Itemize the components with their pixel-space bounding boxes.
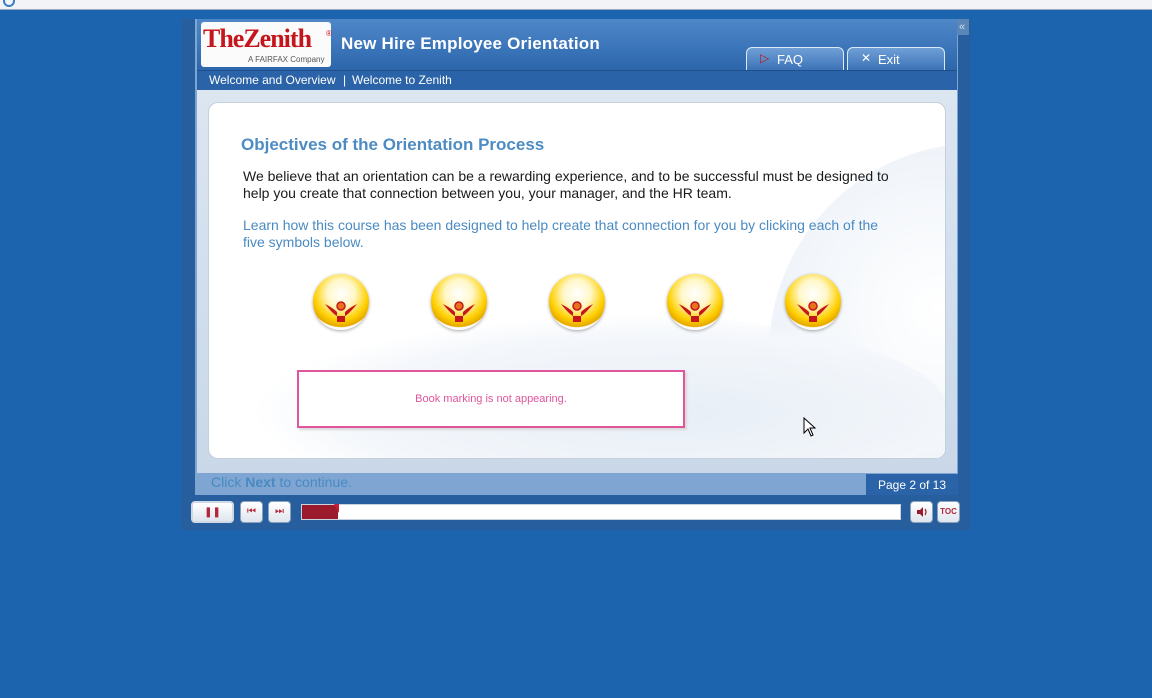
intro-paragraph: We believe that an orientation can be a … — [243, 168, 889, 201]
browser-top-strip — [0, 0, 1152, 10]
course-title: New Hire Employee Orientation — [341, 34, 600, 53]
mouse-cursor-icon — [803, 416, 817, 442]
symbol-button-2[interactable] — [431, 274, 487, 330]
progress-bar[interactable] — [301, 504, 901, 520]
zenith-figure-icon — [679, 301, 711, 322]
pause-button[interactable]: ❚❚ — [191, 501, 234, 523]
progress-handle[interactable] — [334, 504, 339, 513]
breadcrumb-section: Welcome and Overview — [209, 73, 336, 87]
zenith-figure-icon — [443, 301, 475, 322]
breadcrumb-page: Welcome to Zenith — [352, 73, 452, 87]
next-button[interactable]: ⏭ — [268, 501, 291, 523]
zenith-figure-icon — [325, 301, 357, 322]
audio-button[interactable] — [910, 501, 933, 523]
continue-hint: Click Next to continue. — [211, 474, 352, 490]
collapse-icon[interactable]: « — [955, 19, 969, 35]
symbol-button-4[interactable] — [667, 274, 723, 330]
logo-wordmark: TheZenith — [203, 24, 312, 53]
exit-button[interactable]: ✕ Exit — [847, 47, 945, 70]
logo-subtitle: A FAIRFAX Company — [248, 55, 325, 64]
faq-label: FAQ — [777, 52, 804, 67]
continue-next-word: Next — [245, 474, 276, 490]
previous-button[interactable]: ⏮ — [240, 501, 263, 523]
previous-icon: ⏮ — [247, 506, 256, 517]
zenith-figure-icon — [561, 301, 593, 322]
zenith-figure-icon — [797, 301, 829, 322]
exit-label: Exit — [878, 52, 900, 67]
symbol-button-5[interactable] — [785, 274, 841, 330]
browser-logo-icon — [3, 0, 15, 7]
breadcrumb: Welcome and Overview | Welcome to Zenith — [197, 71, 957, 90]
symbol-button-3[interactable] — [549, 274, 605, 330]
bookmark-note: Book marking is not appearing. — [297, 370, 685, 428]
next-icon: ⏭ — [275, 506, 284, 517]
logo-registered-mark: ® — [326, 29, 332, 38]
page-title: Objectives of the Orientation Process — [241, 135, 545, 154]
toc-label: TOC — [940, 507, 957, 516]
faq-button[interactable]: ▷ FAQ — [746, 47, 844, 70]
instruction-paragraph: Learn how this course has been designed … — [243, 217, 879, 250]
toc-button[interactable]: TOC — [937, 501, 960, 523]
speaker-icon — [915, 507, 929, 522]
symbol-button-1[interactable] — [313, 274, 369, 330]
breadcrumb-separator: | — [343, 73, 347, 87]
progress-fill — [302, 505, 338, 519]
close-icon: ✕ — [861, 51, 872, 65]
page-indicator: Page 2 of 13 — [866, 474, 958, 495]
pause-icon: ❚❚ — [204, 507, 221, 518]
play-arrow-icon: ▷ — [760, 51, 770, 65]
continue-suffix: to continue. — [275, 474, 352, 490]
continue-prefix: Click — [211, 474, 246, 490]
